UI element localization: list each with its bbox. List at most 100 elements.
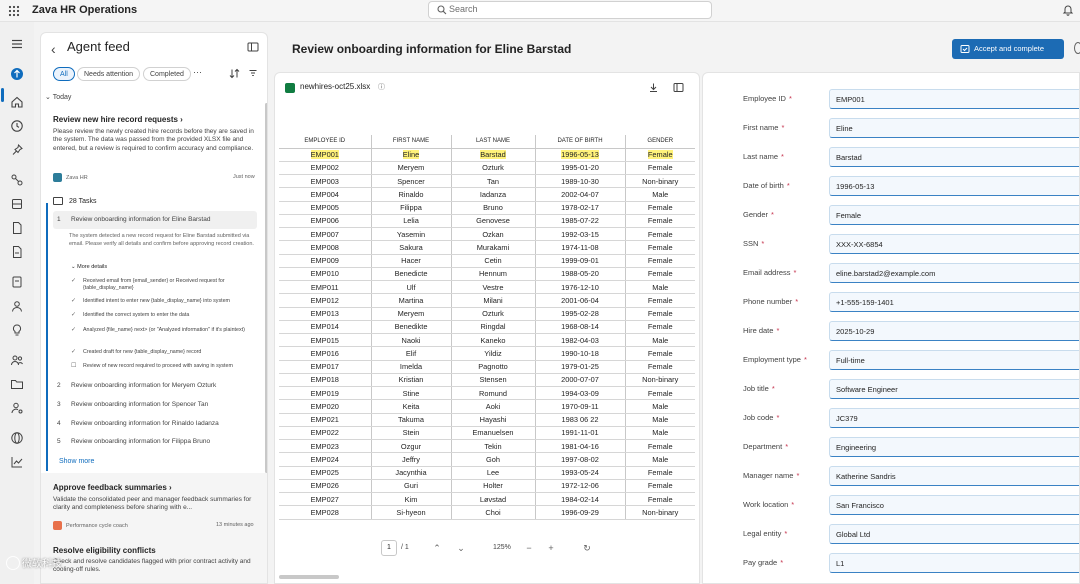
field-input[interactable]: eline.barstad2@example.com <box>829 263 1079 283</box>
task-item-4[interactable]: 4 Review onboarding information for Rinal… <box>57 420 219 427</box>
table-cell: Bruno <box>451 201 536 215</box>
filter-chip-all[interactable]: All <box>53 67 75 81</box>
check-icon: ✓ <box>71 312 77 318</box>
cell-value: Eline <box>402 150 420 160</box>
home-icon[interactable] <box>9 94 25 110</box>
table-row: EMP017 Imelda Pagnotto 1979-01-25 Female <box>279 360 695 374</box>
field-input[interactable]: EMP001 <box>829 89 1079 109</box>
agent-icon[interactable] <box>9 66 25 82</box>
connections-icon[interactable] <box>9 172 25 188</box>
horizontal-scrollbar[interactable] <box>279 575 339 579</box>
table-cell: Ozgur <box>371 439 452 454</box>
chevron-left-icon[interactable]: ‹ <box>51 41 56 57</box>
cell-value: 1993-05-24 <box>561 468 599 478</box>
filter-icon[interactable] <box>248 68 258 78</box>
zoom-in-icon[interactable]: + <box>545 542 557 554</box>
rotate-icon[interactable]: ↻ <box>581 542 593 554</box>
table-cell: 1994-03-09 <box>535 386 626 401</box>
table-cell: EMP025 <box>279 466 372 480</box>
cell-value: Emanuelsen <box>472 428 514 438</box>
person-icon[interactable] <box>9 298 25 314</box>
task-item-1[interactable]: 1 Review onboarding information for Eline… <box>57 216 210 223</box>
cell-value: Barstad <box>480 150 506 160</box>
field-input[interactable]: 1996-05-13 <box>829 176 1079 196</box>
field-input[interactable]: Software Engineer <box>829 379 1079 399</box>
section-today[interactable]: ⌄ Today <box>45 93 71 101</box>
field-input[interactable]: XXX-XX-6854 <box>829 234 1079 254</box>
table-header-row: EMPLOYEE ID FIRST NAME LAST NAME DATE OF BI… <box>279 135 695 149</box>
step-item-pending[interactable]: ☐ Review of new record required to procee… <box>71 363 259 370</box>
field-label-text: Pay grade <box>743 558 778 567</box>
tasks-header[interactable]: 28 Tasks <box>53 197 97 205</box>
zoom-out-icon[interactable]: − <box>523 542 535 554</box>
field-input[interactable]: Barstad <box>829 147 1079 167</box>
globe-icon[interactable] <box>9 430 25 446</box>
chevron-up-icon[interactable]: ⌃ <box>431 542 443 554</box>
split-view-icon[interactable] <box>673 82 684 93</box>
table-cell: Benedicte <box>371 267 452 282</box>
menu-icon[interactable] <box>9 36 25 52</box>
field-input[interactable]: Katherine Sandris <box>829 466 1079 486</box>
task-label: Review onboarding information for Meryem… <box>71 382 217 389</box>
pin-icon[interactable] <box>9 142 25 158</box>
document-icon[interactable] <box>9 220 25 236</box>
lightbulb-icon[interactable] <box>9 322 25 338</box>
sort-icon[interactable] <box>229 68 240 79</box>
field-input[interactable]: Eline <box>829 118 1079 138</box>
field-input[interactable]: San Francisco <box>829 495 1079 515</box>
filter-chip-needs-attention[interactable]: Needs attention <box>77 67 141 81</box>
more-filters-button[interactable]: ··· <box>193 67 202 77</box>
field-label: Department * <box>743 442 788 451</box>
table-cell: EMP021 <box>279 413 372 427</box>
data-icon[interactable] <box>9 274 25 290</box>
table-cell: 2000-07-07 <box>535 373 626 388</box>
field-input[interactable]: +1-555-159-1401 <box>829 292 1079 312</box>
task-item-5[interactable]: 5 Review onboarding information for Filip… <box>57 438 210 445</box>
cell-value: Si-hyeon <box>396 507 426 517</box>
cell-value: EMP014 <box>310 322 339 332</box>
info-icon[interactable]: ⓘ <box>378 82 385 92</box>
chevron-down-icon[interactable]: ⌄ <box>455 542 467 554</box>
card-title-approve-feedback[interactable]: Approve feedback summaries › <box>53 483 172 492</box>
field-input[interactable]: JC379 <box>829 408 1079 428</box>
people-icon[interactable] <box>9 352 25 368</box>
step-text: Analyzed {file_name} next> (or "Analyzed… <box>83 327 245 333</box>
card-title-resolve-eligibility[interactable]: Resolve eligibility conflicts <box>53 546 156 555</box>
download-icon[interactable] <box>648 82 659 93</box>
page-number-input[interactable]: 1 <box>381 540 397 556</box>
feed-scrollbar[interactable] <box>265 103 267 473</box>
collapse-panel-icon[interactable] <box>247 41 259 53</box>
task-item-3[interactable]: 3 Review onboarding information for Spenc… <box>57 401 208 408</box>
field-input[interactable]: Global Ltd <box>829 524 1079 544</box>
cell-value: Female <box>647 216 673 226</box>
analytics-icon[interactable] <box>9 454 25 470</box>
field-input[interactable]: Engineering <box>829 437 1079 457</box>
cell-value: 1995-02-28 <box>561 309 599 319</box>
apps-icon[interactable] <box>8 5 20 17</box>
field-input[interactable]: 2025-10-29 <box>829 321 1079 341</box>
person-settings-icon[interactable] <box>9 400 25 416</box>
required-marker: * <box>796 471 800 480</box>
folder-icon[interactable] <box>9 376 25 392</box>
field-input[interactable]: L1 <box>829 553 1079 573</box>
grid-icon[interactable] <box>9 196 25 212</box>
step-text: Review of new record required to proceed… <box>83 363 233 369</box>
accept-and-complete-button[interactable]: Accept and complete <box>952 39 1064 59</box>
task-item-2[interactable]: 2 Review onboarding information for Merye… <box>57 382 216 389</box>
help-icon[interactable] <box>1074 42 1080 54</box>
field-label-text: Employment type <box>743 355 801 364</box>
field-input[interactable]: Female <box>829 205 1079 225</box>
document-edit-icon[interactable] <box>9 244 25 260</box>
field-label: Job title * <box>743 384 775 393</box>
card-title-review-new-hire[interactable]: Review new hire record requests › <box>53 115 183 124</box>
table-cell: Benedikte <box>371 320 452 335</box>
clock-icon[interactable] <box>9 118 25 134</box>
field-label-text: Employee ID <box>743 94 786 103</box>
more-details-toggle[interactable]: ⌄ More details <box>71 264 107 270</box>
field-input[interactable]: Full-time <box>829 350 1079 370</box>
filter-chip-completed[interactable]: Completed <box>143 67 191 81</box>
show-more-link[interactable]: Show more <box>59 458 94 465</box>
cell-value: 1985-07-22 <box>561 216 599 226</box>
bell-icon[interactable] <box>1062 4 1074 16</box>
search-input[interactable]: Search <box>428 1 712 19</box>
